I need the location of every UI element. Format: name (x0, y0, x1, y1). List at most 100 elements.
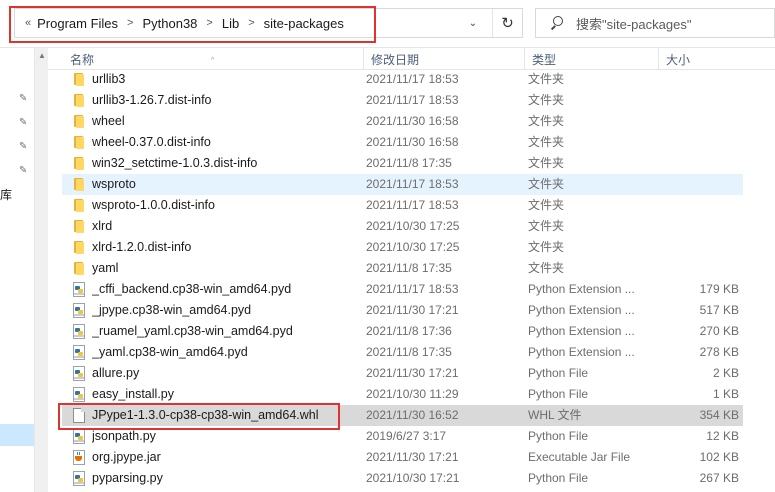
file-size: 179 KB (699, 282, 739, 296)
file-row[interactable]: pyparsing.py 2021/10/30 17:21 Python File 2… (62, 468, 743, 489)
file-size: 278 KB (699, 345, 739, 359)
file-row[interactable]: _yaml.cp38-win_amd64.pyd 2021/11/8 17:35 P… (62, 342, 743, 363)
file-size (622, 111, 739, 132)
breadcrumb-program-files[interactable]: Program Files (37, 16, 118, 31)
column-header-type[interactable]: 类型 (525, 48, 659, 70)
file-row[interactable]: wsproto 2021/11/17 18:53 文件夹 (62, 174, 743, 195)
folder-icon (72, 93, 86, 108)
file-row[interactable]: wheel-0.37.0.dist-info 2021/11/30 16:58 文件… (62, 132, 743, 153)
address-dropdown-icon[interactable]: ⌄ (464, 15, 482, 31)
file-row[interactable]: allure.py 2021/11/30 17:21 Python File 2 KB (62, 363, 743, 384)
py-icon (72, 387, 86, 402)
file-row[interactable]: xlrd 2021/10/30 17:25 文件夹 (62, 216, 743, 237)
folder-icon (72, 135, 86, 150)
py-icon (72, 471, 86, 486)
file-size (622, 195, 739, 216)
breadcrumb-lib[interactable]: Lib (222, 16, 239, 31)
column-header-name[interactable]: 名称 ^ (63, 48, 364, 70)
file-size: 1 KB (712, 387, 739, 401)
file-name: easy_install.py (92, 387, 174, 401)
folder-icon (72, 198, 86, 213)
column-header-size[interactable]: 大小 (659, 48, 775, 70)
file-date: 2021/11/8 17:35 (366, 345, 452, 359)
file-row[interactable]: wsproto-1.0.0.dist-info 2021/11/17 18:53 文… (62, 195, 743, 216)
file-name: allure.py (92, 366, 140, 380)
file-row[interactable]: urllib3-1.26.7.dist-info 2021/11/17 18:53… (62, 90, 743, 111)
file-size: 2 KB (712, 366, 739, 380)
file-date: 2021/10/30 17:25 (366, 219, 460, 233)
address-bar[interactable]: « Program Files > Python38 > Lib > site-… (14, 8, 523, 38)
jar-icon (72, 450, 86, 465)
file-row[interactable]: win32_setctime-1.0.3.dist-info 2021/11/8 … (62, 153, 743, 174)
chevron-right-icon[interactable]: > (248, 17, 254, 29)
file-list-scrollbar[interactable] (760, 70, 775, 492)
file-size (622, 90, 739, 111)
file-date: 2021/11/30 17:21 (366, 303, 459, 317)
navigation-scrollbar[interactable]: ▲ (34, 48, 48, 492)
file-date: 2021/11/17 18:53 (366, 177, 459, 191)
file-date: 2021/11/17 18:53 (366, 72, 459, 86)
pin-icon: ✎ (19, 165, 28, 176)
pin-icon: ✎ (19, 93, 28, 104)
file-name: pyparsing.py (92, 471, 163, 485)
file-date: 2021/11/8 17:35 (366, 261, 452, 275)
file-date: 2021/11/17 18:53 (366, 282, 459, 296)
file-date: 2021/11/30 17:21 (366, 450, 459, 464)
chevron-right-icon[interactable]: > (127, 17, 133, 29)
file-row[interactable]: _cffi_backend.cp38-win_amd64.pyd 2021/11/… (62, 279, 743, 300)
py-icon (72, 429, 86, 444)
file-row[interactable]: xlrd-1.2.0.dist-info 2021/10/30 17:25 文件夹 (62, 237, 743, 258)
file-row[interactable]: _ruamel_yaml.cp38-win_amd64.pyd 2021/11/8… (62, 321, 743, 342)
file-list: urllib3 2021/11/17 18:53 文件夹 urllib3-1.26.7… (62, 69, 743, 489)
chevron-right-icon[interactable]: > (206, 17, 212, 29)
file-name: wheel-0.37.0.dist-info (92, 135, 211, 149)
file-size (622, 153, 739, 174)
folder-icon (72, 261, 86, 276)
file-date: 2021/11/17 18:53 (366, 198, 459, 212)
file-size: 354 KB (699, 408, 739, 422)
folder-icon (72, 177, 86, 192)
file-date: 2021/11/30 16:58 (366, 135, 459, 149)
file-name: wsproto-1.0.0.dist-info (92, 198, 215, 212)
nav-item-library[interactable]: 库 (0, 186, 12, 203)
file-name: xlrd-1.2.0.dist-info (92, 240, 192, 254)
file-size: 517 KB (699, 303, 739, 317)
file-name: _yaml.cp38-win_amd64.pyd (92, 345, 248, 359)
file-row[interactable]: org.jpype.jar 2021/11/30 17:21 Executable … (62, 447, 743, 468)
file-row[interactable]: wheel 2021/11/30 16:58 文件夹 (62, 111, 743, 132)
column-header-date[interactable]: 修改日期 (364, 48, 525, 70)
scroll-up-icon[interactable]: ▲ (38, 51, 46, 60)
file-row[interactable]: yaml 2021/11/8 17:35 文件夹 (62, 258, 743, 279)
file-size (622, 69, 739, 90)
file-row[interactable]: easy_install.py 2021/10/30 11:29 Python Fi… (62, 384, 743, 405)
file-row[interactable]: JPype1-1.3.0-cp38-cp38-win_amd64.whl 2021… (62, 405, 743, 426)
file-row[interactable]: _jpype.cp38-win_amd64.pyd 2021/11/30 17:2… (62, 300, 743, 321)
file-row[interactable]: jsonpath.py 2019/6/27 3:17 Python File 12 K… (62, 426, 743, 447)
refresh-button[interactable]: ↻ (492, 9, 522, 37)
file-size: 102 KB (699, 450, 739, 464)
file-date: 2021/11/17 18:53 (366, 93, 459, 107)
file-date: 2021/11/30 16:58 (366, 114, 459, 128)
file-size: 12 KB (706, 429, 739, 443)
pin-icon: ✎ (19, 141, 28, 152)
breadcrumb-site-packages[interactable]: site-packages (264, 16, 344, 31)
file-row[interactable]: urllib3 2021/11/17 18:53 文件夹 (62, 69, 743, 90)
folder-icon (72, 240, 86, 255)
breadcrumb-overflow-icon[interactable]: « (25, 17, 31, 29)
file-name: JPype1-1.3.0-cp38-cp38-win_amd64.whl (92, 408, 319, 422)
pin-icon: ✎ (19, 117, 28, 128)
file-date: 2021/11/30 17:21 (366, 366, 459, 380)
navigation-pane[interactable]: ✎ ✎ ✎ ✎ 库 (0, 48, 34, 492)
file-size (622, 174, 739, 195)
file-size: 267 KB (699, 471, 739, 485)
folder-icon (72, 219, 86, 234)
search-box[interactable]: 搜索"site-packages" (535, 8, 775, 38)
file-name: _ruamel_yaml.cp38-win_amd64.pyd (92, 324, 293, 338)
file-name: _jpype.cp38-win_amd64.pyd (92, 303, 252, 317)
file-date: 2021/11/8 17:36 (366, 324, 452, 338)
file-name: urllib3-1.26.7.dist-info (92, 93, 212, 107)
file-name: _cffi_backend.cp38-win_amd64.pyd (92, 282, 292, 296)
file-name: wsproto (92, 177, 136, 191)
breadcrumb-python38[interactable]: Python38 (142, 16, 197, 31)
nav-selected-item[interactable] (0, 424, 34, 446)
